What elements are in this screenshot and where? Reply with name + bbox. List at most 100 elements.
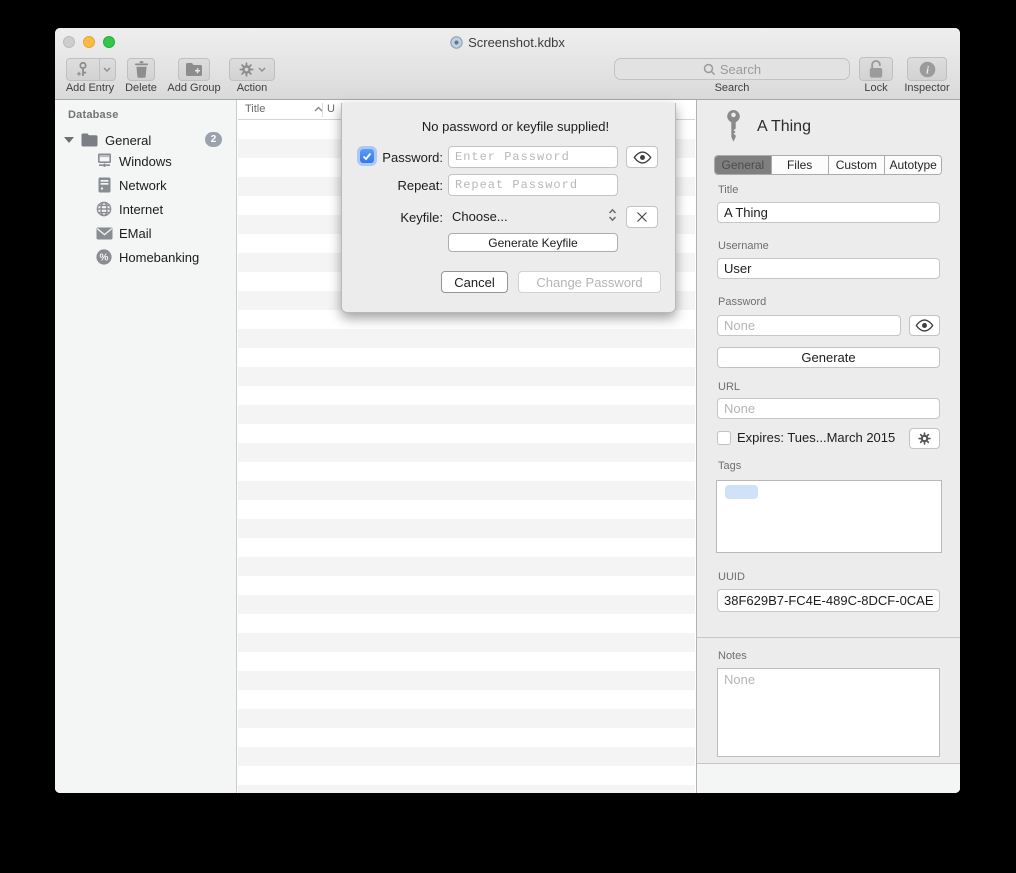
eye-icon [915,319,934,332]
lock-button[interactable] [859,57,893,81]
key-plus-icon [67,61,99,78]
percent-icon: % [95,249,113,265]
envelope-icon [95,227,113,240]
sidebar-header: Database [68,109,119,121]
expires-checkbox[interactable] [717,431,731,445]
window-title-area: Screenshot.kdbx [55,28,960,56]
tag-pill[interactable] [725,485,758,499]
change-password-button: Change Password [518,271,661,293]
column-divider[interactable] [322,103,323,117]
notes-label: Notes [718,650,747,662]
inspector-label: Inspector [904,82,949,94]
inspector-footer [697,764,960,793]
title-field[interactable] [717,202,940,223]
window-title: Screenshot.kdbx [468,35,565,50]
sheet-repeat-label: Repeat: [397,178,443,193]
document-proxy-icon [450,36,463,49]
monitor-icon [95,153,113,169]
username-field-label: Username [718,240,769,252]
sheet-repeat-input[interactable] [448,174,618,196]
folder-icon [81,133,98,147]
trash-icon [134,61,149,78]
generate-keyfile-button[interactable]: Generate Keyfile [448,233,618,252]
column-header-title[interactable]: Title [245,103,265,115]
sidebar-item-windows[interactable]: Windows [55,149,236,173]
column-header-username[interactable]: U [327,103,335,115]
gear-icon [238,61,255,78]
sidebar-item-email[interactable]: EMail [55,221,236,245]
cancel-button[interactable]: Cancel [441,271,508,293]
uuid-label: UUID [718,571,745,583]
username-field[interactable] [717,258,940,279]
sheet-password-input[interactable] [448,146,618,168]
tab-general[interactable]: General [715,156,772,174]
key-icon [723,110,744,143]
add-group-button[interactable] [178,58,210,81]
tab-files[interactable]: Files [772,156,829,174]
sidebar-item-label: Homebanking [119,250,199,265]
uuid-field[interactable] [717,589,940,612]
entry-count-badge: 2 [205,132,222,147]
magnifier-icon [703,63,716,76]
window-chrome: Screenshot.kdbx Add Entry Delete Add [55,28,960,100]
info-icon: i [919,61,936,78]
sidebar-item-label: Windows [119,154,172,169]
tab-autotype[interactable]: Autotype [885,156,941,174]
disclosure-triangle-icon[interactable] [64,137,74,143]
inspector-panel: A Thing General Files Custom Autotype Ti… [696,100,960,793]
inspector-tabs: General Files Custom Autotype [714,155,942,175]
password-checkbox[interactable] [360,149,374,163]
password-field-label: Password [718,296,766,308]
separator [697,637,960,638]
tab-custom[interactable]: Custom [829,156,886,174]
open-padlock-icon [868,59,884,79]
url-field-label: URL [718,381,740,393]
tags-box[interactable] [716,480,942,553]
add-group-label: Add Group [167,82,220,94]
action-label: Action [237,82,268,94]
entry-title: A Thing [757,118,811,136]
sidebar-item-label: EMail [119,226,152,241]
sheet-keyfile-label: Keyfile: [400,210,443,225]
sidebar: Database General 2 Windows Network [55,100,237,793]
url-field[interactable] [717,398,940,419]
sheet-password-label: Password: [382,150,443,165]
inspector-button[interactable]: i [907,57,947,81]
reveal-password-button[interactable] [909,315,940,336]
folder-plus-icon [185,62,203,77]
chevron-down-icon[interactable] [100,67,115,72]
sheet-reveal-password-button[interactable] [626,146,658,168]
notes-area[interactable] [717,668,940,757]
gear-icon [917,431,932,446]
stepper-chevrons-icon[interactable] [608,208,617,222]
expires-settings-button[interactable] [909,428,940,449]
sidebar-item-homebanking[interactable]: % Homebanking [55,245,236,269]
chevron-down-icon [258,67,266,72]
server-icon [95,177,113,193]
expires-label: Expires: Tues...March 2015 [737,430,895,445]
action-button[interactable] [229,58,275,81]
password-field[interactable] [717,315,901,336]
expires-row: Expires: Tues...March 2015 [717,430,895,445]
delete-label: Delete [125,82,157,94]
keyfile-popup[interactable]: Choose... [452,209,508,224]
add-entry-button[interactable] [66,58,116,81]
generate-password-button[interactable]: Generate [717,347,940,368]
change-password-sheet: No password or keyfile supplied! Passwor… [341,103,676,313]
search-input[interactable]: Search [614,58,850,80]
delete-button[interactable] [127,58,155,81]
sidebar-item-internet[interactable]: Internet [55,197,236,221]
close-x-icon [636,211,648,223]
search-placeholder: Search [720,62,761,77]
sidebar-item-network[interactable]: Network [55,173,236,197]
sidebar-item-label: Network [119,178,167,193]
clear-keyfile-button[interactable] [626,206,658,228]
title-field-label: Title [718,184,738,196]
app-window: Screenshot.kdbx Add Entry Delete Add [55,28,960,793]
sheet-message: No password or keyfile supplied! [342,119,675,134]
svg-text:%: % [100,253,109,264]
lock-label: Lock [864,82,887,94]
sidebar-item-label: Internet [119,202,163,217]
search-label: Search [715,82,750,94]
eye-icon [633,151,652,164]
